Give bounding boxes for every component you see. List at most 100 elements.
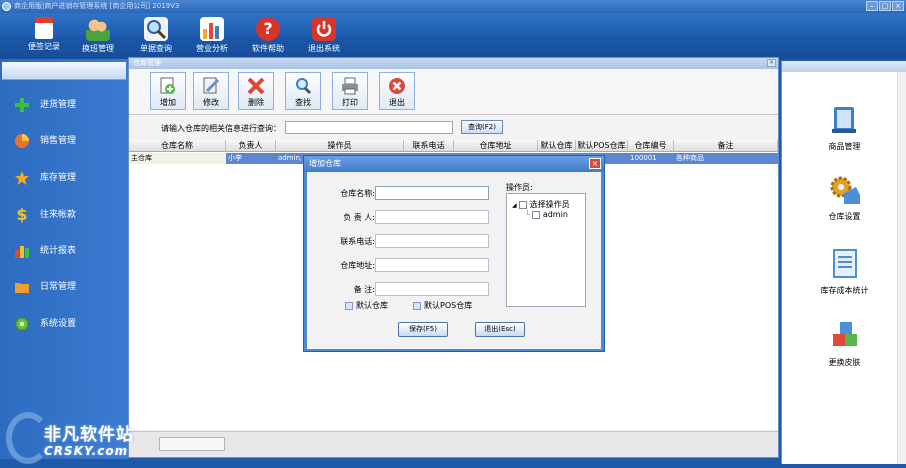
column-header[interactable]: 默认POS仓库 xyxy=(576,140,628,152)
expand-arrow-icon[interactable]: ◢ xyxy=(512,202,517,209)
search-button[interactable]: 查找 xyxy=(285,72,321,110)
column-header[interactable]: 备注 xyxy=(674,140,778,152)
add-button[interactable]: 增加 xyxy=(150,72,186,110)
column-header[interactable]: 仓库名称 xyxy=(129,140,226,152)
tree-child-label: admin xyxy=(542,210,568,219)
add-doc-icon xyxy=(158,76,178,96)
report-icon xyxy=(828,247,862,281)
exit-button[interactable]: 退出 xyxy=(379,72,415,110)
sidebar-item-purchase[interactable]: 进货管理 xyxy=(14,95,124,115)
remark-input[interactable] xyxy=(375,282,489,296)
change-skin-button[interactable]: 更换皮肤 xyxy=(782,319,906,368)
exit-system-label: 退出系统 xyxy=(308,44,340,53)
column-header[interactable]: 仓库地址 xyxy=(454,140,538,152)
inventory-cost-stats-button[interactable]: 库存成本统计 xyxy=(782,247,906,296)
cancel-button[interactable]: 退出(Esc) xyxy=(475,322,525,337)
shift-management-button[interactable]: 换班管理 xyxy=(74,16,122,58)
status-bar xyxy=(129,431,778,457)
column-header[interactable]: 操作员 xyxy=(276,140,404,152)
gear-icon xyxy=(14,316,30,332)
delete-button[interactable]: 删除 xyxy=(238,72,274,110)
sidebar-item-sales[interactable]: 销售管理 xyxy=(14,131,124,151)
checkbox-box[interactable] xyxy=(413,301,421,310)
close-icon[interactable]: × xyxy=(589,158,601,169)
checkbox-box[interactable] xyxy=(345,301,353,310)
manager-input[interactable] xyxy=(375,210,489,224)
sidebar-item-label: 统计报表 xyxy=(40,246,77,256)
notes-button-label: 便签记录 xyxy=(28,42,60,51)
warehouse-name-input[interactable] xyxy=(375,186,489,200)
phone-input[interactable] xyxy=(375,234,489,248)
document-query-button[interactable]: 单据查询 xyxy=(132,16,180,58)
tree-child-checkbox[interactable] xyxy=(531,210,540,219)
query-button[interactable]: 查询(F2) xyxy=(461,120,503,134)
save-button[interactable]: 保存(F5) xyxy=(398,322,448,337)
sidebar-item-reports[interactable]: 统计报表 xyxy=(14,241,124,261)
column-header[interactable]: 联系电话 xyxy=(404,140,454,152)
tree-line-icon: └ xyxy=(525,210,530,219)
minimize-button[interactable]: – xyxy=(866,1,878,11)
business-analysis-label: 营业分析 xyxy=(196,44,228,53)
add-button-label: 增加 xyxy=(160,98,176,107)
inventory-cost-stats-label: 库存成本统计 xyxy=(820,286,869,295)
delete-icon xyxy=(246,76,266,96)
right-panel-scrollbar[interactable] xyxy=(897,72,906,464)
document-query-label: 单据查询 xyxy=(140,44,172,53)
sidebar-item-settings[interactable]: 系统设置 xyxy=(14,314,124,334)
field-label: 仓库地址: xyxy=(340,261,375,270)
sidebar-item-inventory[interactable]: 库存管理 xyxy=(14,168,124,188)
sidebar-item-label: 销售管理 xyxy=(40,136,77,146)
tree-root-checkbox[interactable] xyxy=(518,200,527,209)
query-row: 请输入仓库的相关信息进行查询： 查询(F2) xyxy=(129,118,778,138)
tree-child-item[interactable]: └ admin xyxy=(525,210,568,219)
phone-row: 联系电话: xyxy=(307,234,497,248)
field-label: 备 注: xyxy=(353,285,375,294)
sidebar-item-accounts[interactable]: $ 往来帐款 xyxy=(14,205,124,225)
close-window-button[interactable]: × xyxy=(892,1,904,11)
operators-tree: ◢ 选择操作员 └ admin xyxy=(506,193,586,307)
window-title: 仓库管理 xyxy=(133,59,161,67)
address-row: 仓库地址: xyxy=(307,258,497,272)
query-input[interactable] xyxy=(285,121,453,134)
warehouse-settings-button[interactable]: 仓库设置 xyxy=(782,173,906,222)
address-input[interactable] xyxy=(375,258,489,272)
help-label: 软件帮助 xyxy=(252,44,284,53)
plus-icon xyxy=(14,97,30,113)
product-management-button[interactable]: 商品管理 xyxy=(782,103,906,152)
window-titlebar: 商企用版|商户进销存管理系统 [商企用公司] 2019V3 – □ × xyxy=(0,0,906,13)
help-button[interactable]: ? 软件帮助 xyxy=(244,16,292,58)
dollar-icon: $ xyxy=(16,205,28,224)
table-cell[interactable]: 主仓库 xyxy=(129,153,226,164)
help-icon: ? xyxy=(256,17,280,41)
table-cell[interactable]: 小李 xyxy=(226,153,276,164)
exit-system-button[interactable]: 退出系统 xyxy=(300,16,348,58)
sidebar-item-daily[interactable]: 日常管理 xyxy=(14,277,124,297)
checkbox-label: 默认POS仓库 xyxy=(424,301,473,310)
table-cell[interactable]: 各种商品 xyxy=(674,153,778,164)
maximize-button[interactable]: □ xyxy=(879,1,891,11)
column-header[interactable]: 默认仓库 xyxy=(538,140,576,152)
close-icon[interactable]: × xyxy=(767,59,776,67)
bar-chart-icon xyxy=(14,243,30,259)
edit-button[interactable]: 修改 xyxy=(193,72,229,110)
table-cell[interactable]: 100001 xyxy=(628,153,674,164)
tree-root-item[interactable]: ◢ 选择操作员 xyxy=(512,199,570,210)
field-label: 仓库名称: xyxy=(340,189,375,198)
remark-row: 备 注: xyxy=(307,282,497,296)
column-header[interactable]: 负责人 xyxy=(226,140,276,152)
notes-button[interactable]: 便签记录 xyxy=(20,16,68,58)
operators-label: 操作员: xyxy=(506,183,533,192)
product-management-label: 商品管理 xyxy=(828,142,861,151)
book-icon xyxy=(828,103,862,137)
business-analysis-button[interactable]: 营业分析 xyxy=(188,16,236,58)
checkbox-label: 默认仓库 xyxy=(356,301,388,310)
right-panel-header xyxy=(782,61,906,72)
default-pos-warehouse-checkbox[interactable]: 默认POS仓库 xyxy=(413,300,472,311)
print-button[interactable]: 打印 xyxy=(332,72,368,110)
sidebar-item-label: 系统设置 xyxy=(40,319,77,329)
warehouse-settings-label: 仓库设置 xyxy=(828,212,861,221)
tree-root-label: 选择操作员 xyxy=(529,200,570,209)
default-warehouse-checkbox[interactable]: 默认仓库 xyxy=(345,300,388,311)
column-header[interactable]: 仓库编号 xyxy=(628,140,674,152)
pie-chart-icon xyxy=(14,133,30,149)
